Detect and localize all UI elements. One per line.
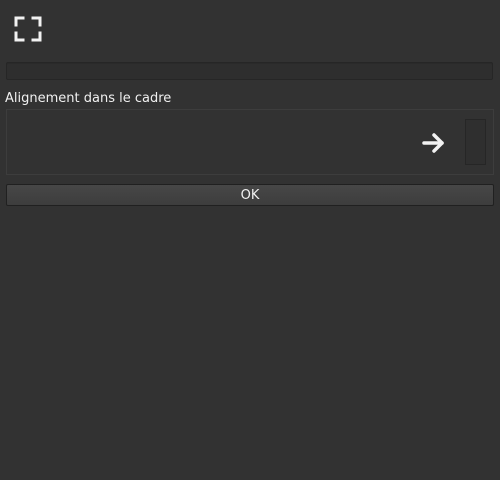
text-input-field[interactable] xyxy=(6,62,493,80)
fullscreen-icon xyxy=(14,16,42,42)
alignment-label: Alignement dans le cadre xyxy=(5,91,172,106)
alignment-frame xyxy=(6,109,494,175)
alignment-arrow-button[interactable] xyxy=(419,128,449,158)
ok-button[interactable]: OK xyxy=(6,184,494,206)
arrow-right-icon xyxy=(422,133,444,153)
alignment-slot[interactable] xyxy=(465,119,486,165)
fullscreen-button[interactable] xyxy=(12,14,44,44)
dialog-page: Alignement dans le cadre OK xyxy=(0,0,500,480)
